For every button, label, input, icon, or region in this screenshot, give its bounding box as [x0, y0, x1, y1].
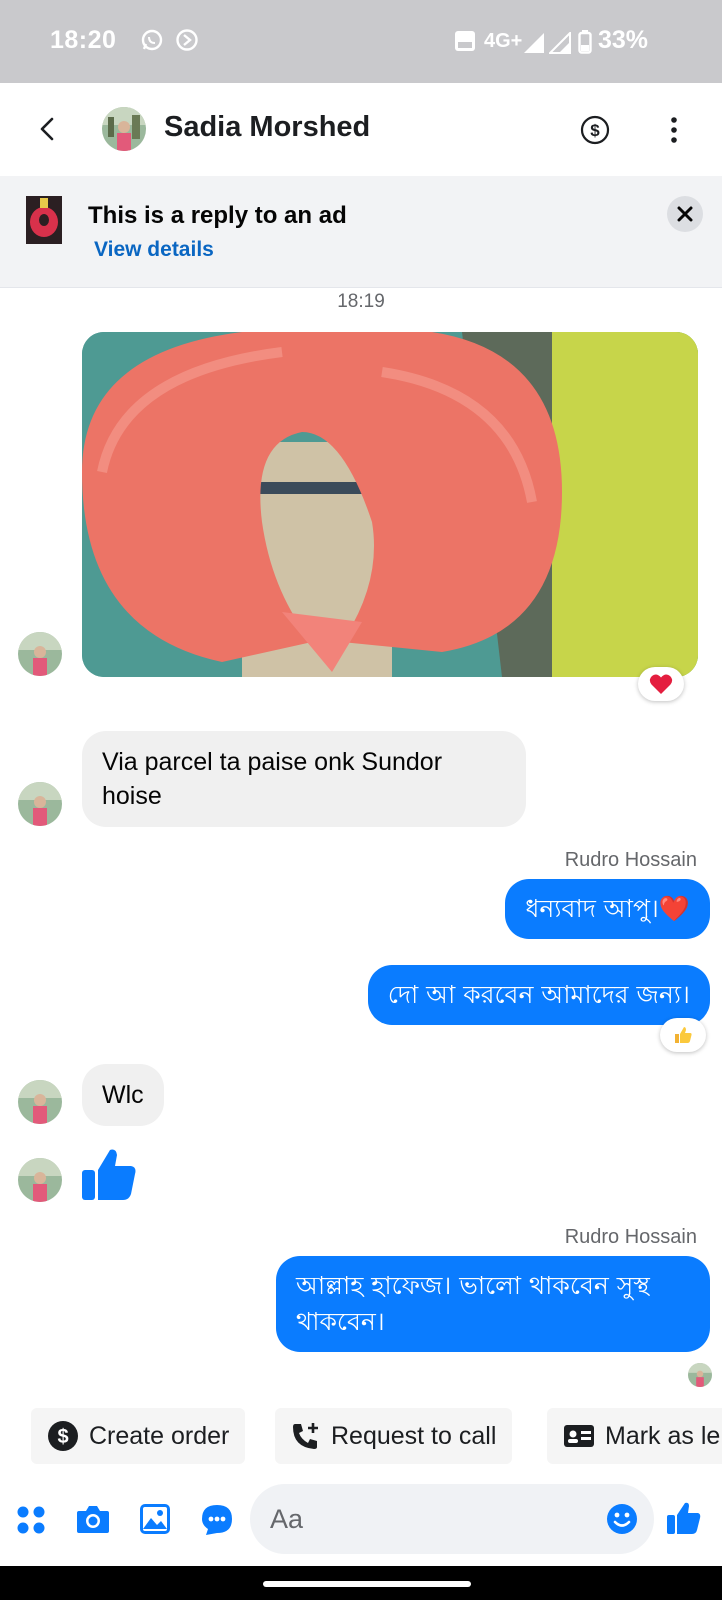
thumbs-up-reaction[interactable] — [660, 1018, 706, 1052]
status-bar: 18:20 4G+ 33% — [0, 0, 722, 83]
sender-avatar[interactable] — [18, 1158, 62, 1202]
create-order-button[interactable]: $ Create order — [31, 1408, 246, 1464]
status-time: 18:20 — [50, 26, 117, 54]
create-order-label: Create order — [89, 1421, 230, 1450]
battery-icon — [578, 30, 592, 54]
network-type: 4G+ — [484, 30, 523, 52]
message-timestamp: 18:19 — [337, 291, 385, 312]
battery-percent: 33% — [598, 26, 649, 54]
quick-actions-bar: $ Create order Request to call Mark as l… — [0, 1408, 722, 1466]
ad-thumbnail[interactable] — [26, 196, 62, 244]
whatsapp-icon — [141, 29, 163, 51]
more-options-icon[interactable] — [666, 113, 682, 147]
chat-bubble-icon[interactable] — [200, 1503, 234, 1537]
message-input[interactable]: Aa — [250, 1484, 654, 1554]
heart-reaction[interactable] — [638, 667, 684, 701]
camera-icon[interactable] — [76, 1504, 110, 1534]
home-gesture-pill[interactable] — [263, 1581, 471, 1587]
outgoing-message[interactable]: দো আ করবেন আমাদের জন্য। — [367, 965, 710, 1025]
incoming-message[interactable]: Via parcel ta paise onk Sundor hoise — [82, 731, 526, 827]
thumbs-up-sticker-icon[interactable] — [80, 1146, 138, 1204]
mark-as-button[interactable]: Mark as le — [547, 1408, 722, 1464]
heart-icon — [649, 674, 673, 694]
message-composer: Aa — [0, 1476, 722, 1566]
system-nav-bar — [0, 1566, 722, 1600]
signal-icon-2 — [549, 32, 571, 54]
sender-name: Rudro Hossain — [564, 1226, 697, 1248]
sender-avatar[interactable] — [18, 782, 62, 826]
svg-text:$: $ — [590, 121, 600, 140]
close-banner-button[interactable] — [667, 196, 703, 232]
phone-plus-icon — [293, 1423, 318, 1449]
ad-reply-banner: This is a reply to an ad View details — [0, 176, 722, 288]
outgoing-message[interactable]: ধন্যবাদ আপু।❤️ — [505, 879, 710, 939]
close-icon — [677, 206, 693, 222]
dollar-circle-icon: $ — [48, 1421, 78, 1451]
play-circle-icon — [176, 29, 198, 51]
apps-grid-icon[interactable] — [16, 1505, 46, 1535]
seen-avatar — [688, 1363, 712, 1387]
sender-avatar[interactable] — [18, 1080, 62, 1124]
neck-pillow-photo — [82, 332, 698, 677]
dollar-icon[interactable]: $ — [580, 115, 610, 145]
thumbs-up-emoji-icon — [675, 1027, 692, 1043]
contact-avatar[interactable] — [102, 107, 146, 151]
gallery-icon[interactable] — [139, 1503, 171, 1535]
outgoing-message[interactable]: আল্লাহ হাফেজ। ভালো থাকবেন সুস্থ থাকবেন। — [276, 1256, 710, 1352]
contact-name[interactable]: Sadia Morshed — [164, 111, 370, 144]
sender-avatar[interactable] — [18, 632, 62, 676]
incoming-message[interactable]: Wlc — [82, 1064, 164, 1126]
mark-as-label: Mark as le — [605, 1421, 721, 1450]
ad-banner-title: This is a reply to an ad — [88, 202, 347, 229]
emoji-icon[interactable] — [606, 1503, 638, 1535]
volte-icon — [455, 31, 475, 51]
back-arrow-icon[interactable] — [30, 111, 66, 147]
chat-header: Sadia Morshed $ — [0, 83, 722, 176]
contact-card-icon — [564, 1425, 594, 1447]
message-placeholder: Aa — [270, 1504, 304, 1534]
request-call-label: Request to call — [331, 1421, 497, 1450]
view-details-link[interactable]: View details — [94, 238, 214, 262]
svg-text:$: $ — [57, 1426, 68, 1448]
photo-message[interactable] — [82, 332, 698, 677]
request-call-button[interactable]: Request to call — [275, 1408, 513, 1464]
like-button-icon[interactable] — [666, 1500, 702, 1536]
sender-name: Rudro Hossain — [564, 849, 697, 871]
signal-icon-1 — [524, 33, 544, 53]
